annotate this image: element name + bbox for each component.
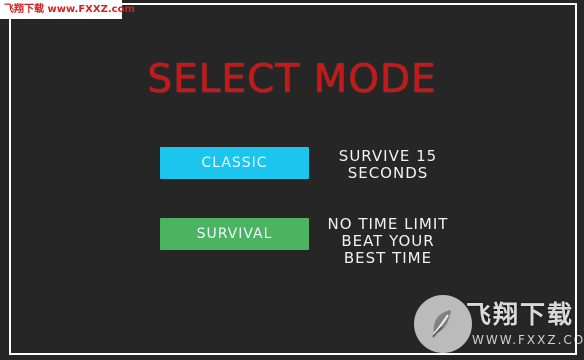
top-watermark: 飞翔下载 www.FXXZ.com — [0, 0, 135, 19]
survival-description-line: BEAT YOUR — [341, 232, 435, 250]
survival-description-line: NO TIME LIMIT — [327, 215, 449, 233]
feather-logo-icon — [414, 295, 472, 353]
classic-description-line: SURVIVE 15 — [338, 147, 438, 165]
game-screen: 飞翔下载 www.FXXZ.com SELECT MODE CLASSIC SU… — [0, 0, 584, 360]
survival-mode-button[interactable]: SURVIVAL — [160, 218, 309, 250]
survival-description-line: BEST TIME — [343, 249, 433, 267]
classic-mode-description: SURVIVE 15 SECONDS — [324, 148, 452, 182]
watermark-url-text: WWW.FXXZ.COM — [472, 333, 584, 347]
classic-mode-button[interactable]: CLASSIC — [160, 147, 309, 179]
bottom-watermark-logo: 飞翔下载 WWW.FXXZ.COM — [414, 295, 584, 360]
select-mode-title: SELECT MODE — [147, 57, 437, 102]
watermark-brand-text: 飞翔下载 — [466, 300, 575, 329]
classic-description-line: SECONDS — [347, 164, 429, 182]
survival-mode-description: NO TIME LIMIT BEAT YOUR BEST TIME — [316, 216, 460, 267]
